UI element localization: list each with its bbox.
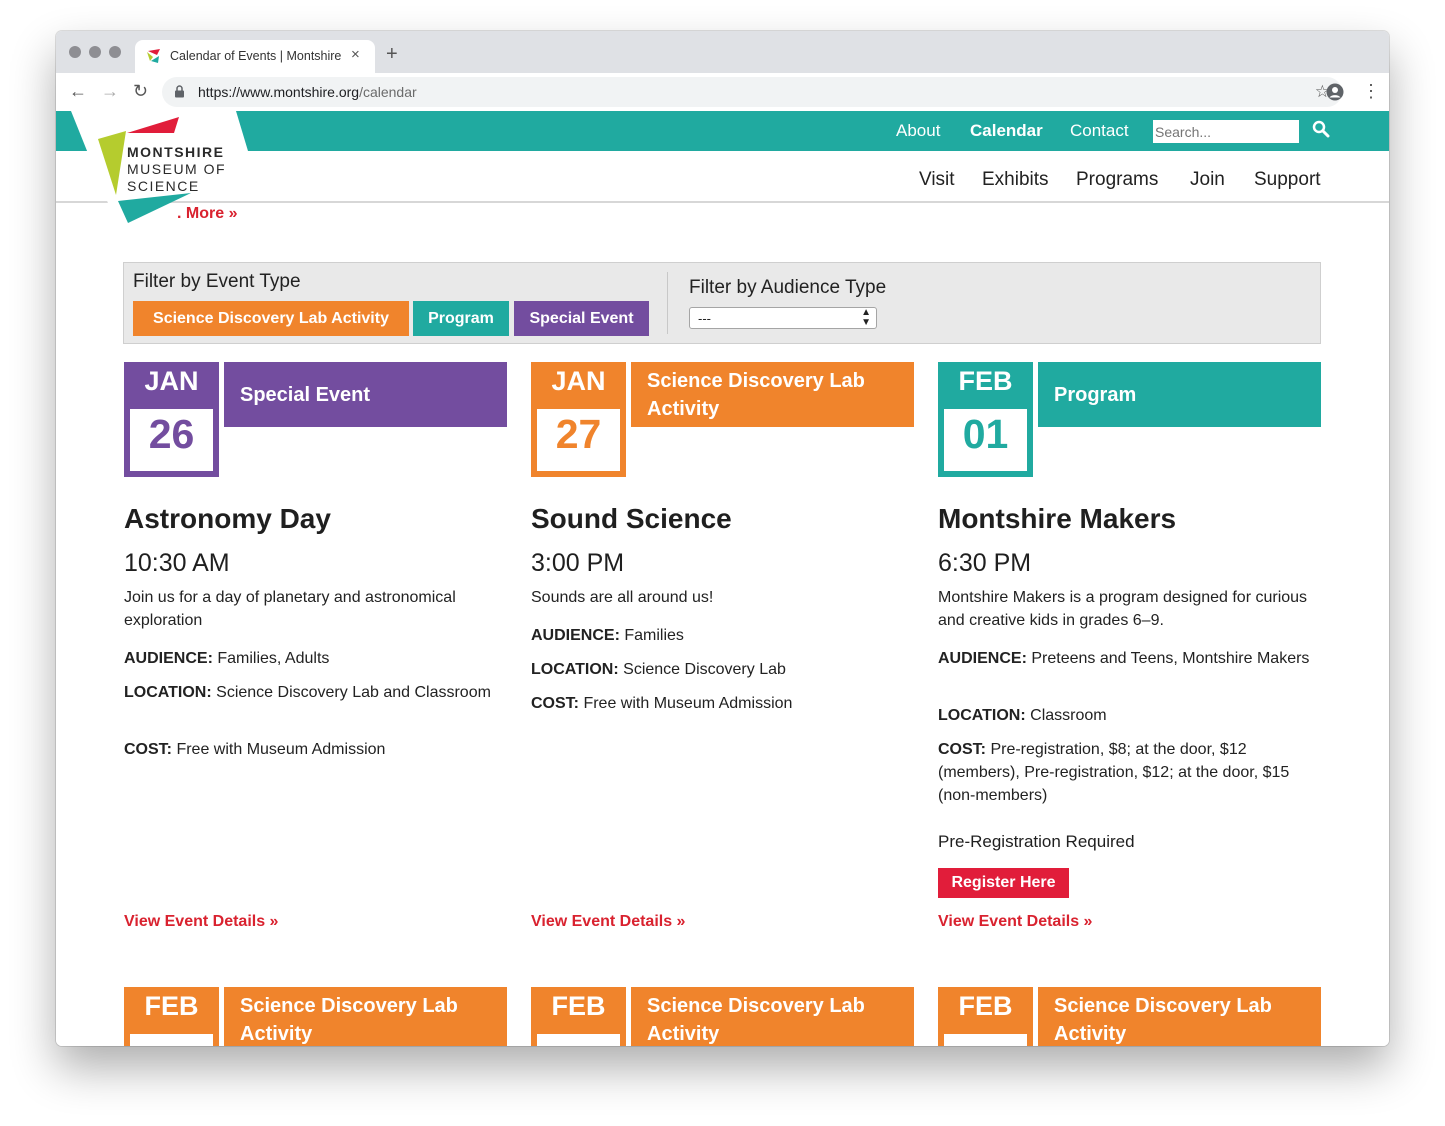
event-day-box [537, 1034, 620, 1046]
event-description: Sounds are all around us! [531, 589, 714, 606]
browser-tab[interactable]: Calendar of Events | Montshire × [135, 40, 375, 73]
event-month: FEB [144, 991, 199, 1021]
event-day-box: 26 [130, 409, 213, 471]
event-type-banner: Science Discovery Lab Activity [1038, 987, 1321, 1046]
web-page: About Calendar Contact Visit Exhibits Pr… [56, 111, 1389, 1046]
view-event-details-link[interactable]: View Event Details » [124, 913, 278, 931]
event-location: LOCATION: Science Discovery Lab and Clas… [124, 684, 491, 701]
event-cost: COST: Free with Museum Admission [531, 695, 793, 712]
event-audience: AUDIENCE: Preteens and Teens, Montshire … [938, 650, 1310, 667]
pre-registration-note: Pre-Registration Required [938, 832, 1135, 851]
browser-menu-icon[interactable]: ⋮ [1362, 81, 1380, 102]
nav-programs[interactable]: Programs [1076, 169, 1158, 191]
event-type-banner: Science Discovery Lab Activity [631, 362, 914, 427]
event-date-badge: FEB [938, 987, 1033, 1046]
nav-contact[interactable]: Contact [1070, 121, 1129, 141]
close-window-button[interactable] [69, 46, 81, 58]
event-time: 3:00 PM [531, 549, 625, 577]
back-arrow-icon[interactable]: ← [69, 81, 87, 102]
filter-divider [667, 272, 668, 334]
event-audience: AUDIENCE: Families, Adults [124, 650, 330, 667]
event-title[interactable]: Astronomy Day [124, 503, 331, 535]
filter-panel: Filter by Event Type Science Discovery L… [123, 262, 1321, 344]
select-arrows-icon: ▲ ▼ [861, 307, 871, 328]
event-time: 10:30 AM [124, 549, 230, 577]
event-description: Montshire Makers is a program designed f… [938, 589, 1308, 629]
nav-join[interactable]: Join [1190, 169, 1225, 191]
tab-strip: Calendar of Events | Montshire × + [56, 31, 1389, 73]
event-date-badge: FEB [124, 987, 219, 1046]
nav-about[interactable]: About [896, 121, 940, 141]
url-text: https://www.montshire.org/calendar [198, 84, 417, 100]
view-event-details-link[interactable]: View Event Details » [531, 913, 685, 931]
event-title[interactable]: Montshire Makers [938, 503, 1176, 535]
event-month: FEB [551, 991, 606, 1021]
logo-line-2: MUSEUM OF [127, 161, 227, 177]
filter-science-discovery-button[interactable]: Science Discovery Lab Activity [133, 301, 409, 336]
event-day: 01 [962, 411, 1009, 457]
nav-visit[interactable]: Visit [919, 169, 955, 191]
event-description: Join us for a day of planetary and astro… [124, 589, 456, 629]
nav-calendar[interactable]: Calendar [970, 121, 1043, 141]
address-bar[interactable]: https://www.montshire.org/calendar ☆ [162, 77, 1342, 107]
museum-logo[interactable]: MONTSHIRE MUSEUM OF SCIENCE [71, 111, 271, 226]
register-here-button[interactable]: Register Here [938, 868, 1069, 898]
filter-special-event-button[interactable]: Special Event [514, 301, 649, 336]
event-month: JAN [551, 366, 606, 396]
browser-window: Calendar of Events | Montshire × + ← → ↻… [56, 31, 1389, 1046]
event-day-box: 01 [944, 409, 1027, 471]
event-month: JAN [144, 366, 199, 396]
event-cost: COST: Pre-registration, $8; at the door,… [938, 741, 1290, 804]
new-tab-button[interactable]: + [386, 43, 398, 66]
event-time: 6:30 PM [938, 549, 1032, 577]
event-title[interactable]: Sound Science [531, 503, 732, 535]
search-input[interactable] [1153, 120, 1299, 143]
audience-type-filter-heading: Filter by Audience Type [689, 277, 887, 298]
event-type-banner: Science Discovery Lab Activity [224, 987, 507, 1046]
profile-avatar-icon[interactable] [1326, 83, 1344, 101]
view-event-details-link[interactable]: View Event Details » [938, 913, 1092, 931]
event-day-box [944, 1034, 1027, 1046]
montshire-favicon-icon [147, 49, 160, 63]
event-date-badge: JAN 27 [531, 362, 626, 477]
event-type-filter-heading: Filter by Event Type [133, 271, 301, 292]
event-cost: COST: Free with Museum Admission [124, 741, 386, 758]
event-day-box [130, 1034, 213, 1046]
event-type-banner: Program [1038, 362, 1321, 427]
search-icon[interactable] [1312, 120, 1330, 138]
minimize-window-button[interactable] [89, 46, 101, 58]
nav-support[interactable]: Support [1254, 169, 1321, 191]
event-day: 27 [555, 411, 602, 457]
lock-icon [175, 85, 184, 98]
event-type-banner: Special Event [224, 362, 507, 427]
event-audience: AUDIENCE: Families [531, 627, 684, 644]
logo-line-1: MONTSHIRE [127, 144, 225, 160]
event-date-badge: FEB [531, 987, 626, 1046]
maximize-window-button[interactable] [109, 46, 121, 58]
event-month: FEB [958, 366, 1013, 396]
tab-close-icon[interactable]: × [351, 46, 360, 63]
event-date-badge: FEB 01 [938, 362, 1033, 477]
event-day: 26 [148, 411, 195, 457]
event-date-badge: JAN 26 [124, 362, 219, 477]
event-type-banner: Science Discovery Lab Activity [631, 987, 914, 1046]
audience-type-select[interactable]: --- ▲ ▼ [689, 307, 877, 329]
logo-line-3: SCIENCE [127, 178, 200, 194]
browser-toolbar: ← → ↻ https://www.montshire.org/calendar… [56, 73, 1389, 112]
audience-select-value: --- [698, 311, 711, 326]
event-day-box: 27 [537, 409, 620, 471]
event-location: LOCATION: Classroom [938, 707, 1107, 724]
event-month: FEB [958, 991, 1013, 1021]
event-location: LOCATION: Science Discovery Lab [531, 661, 786, 678]
nav-exhibits[interactable]: Exhibits [982, 169, 1049, 191]
filter-program-button[interactable]: Program [413, 301, 509, 336]
forward-arrow-icon[interactable]: → [101, 81, 119, 102]
reload-icon[interactable]: ↻ [133, 81, 148, 102]
tab-title: Calendar of Events | Montshire [170, 49, 342, 63]
